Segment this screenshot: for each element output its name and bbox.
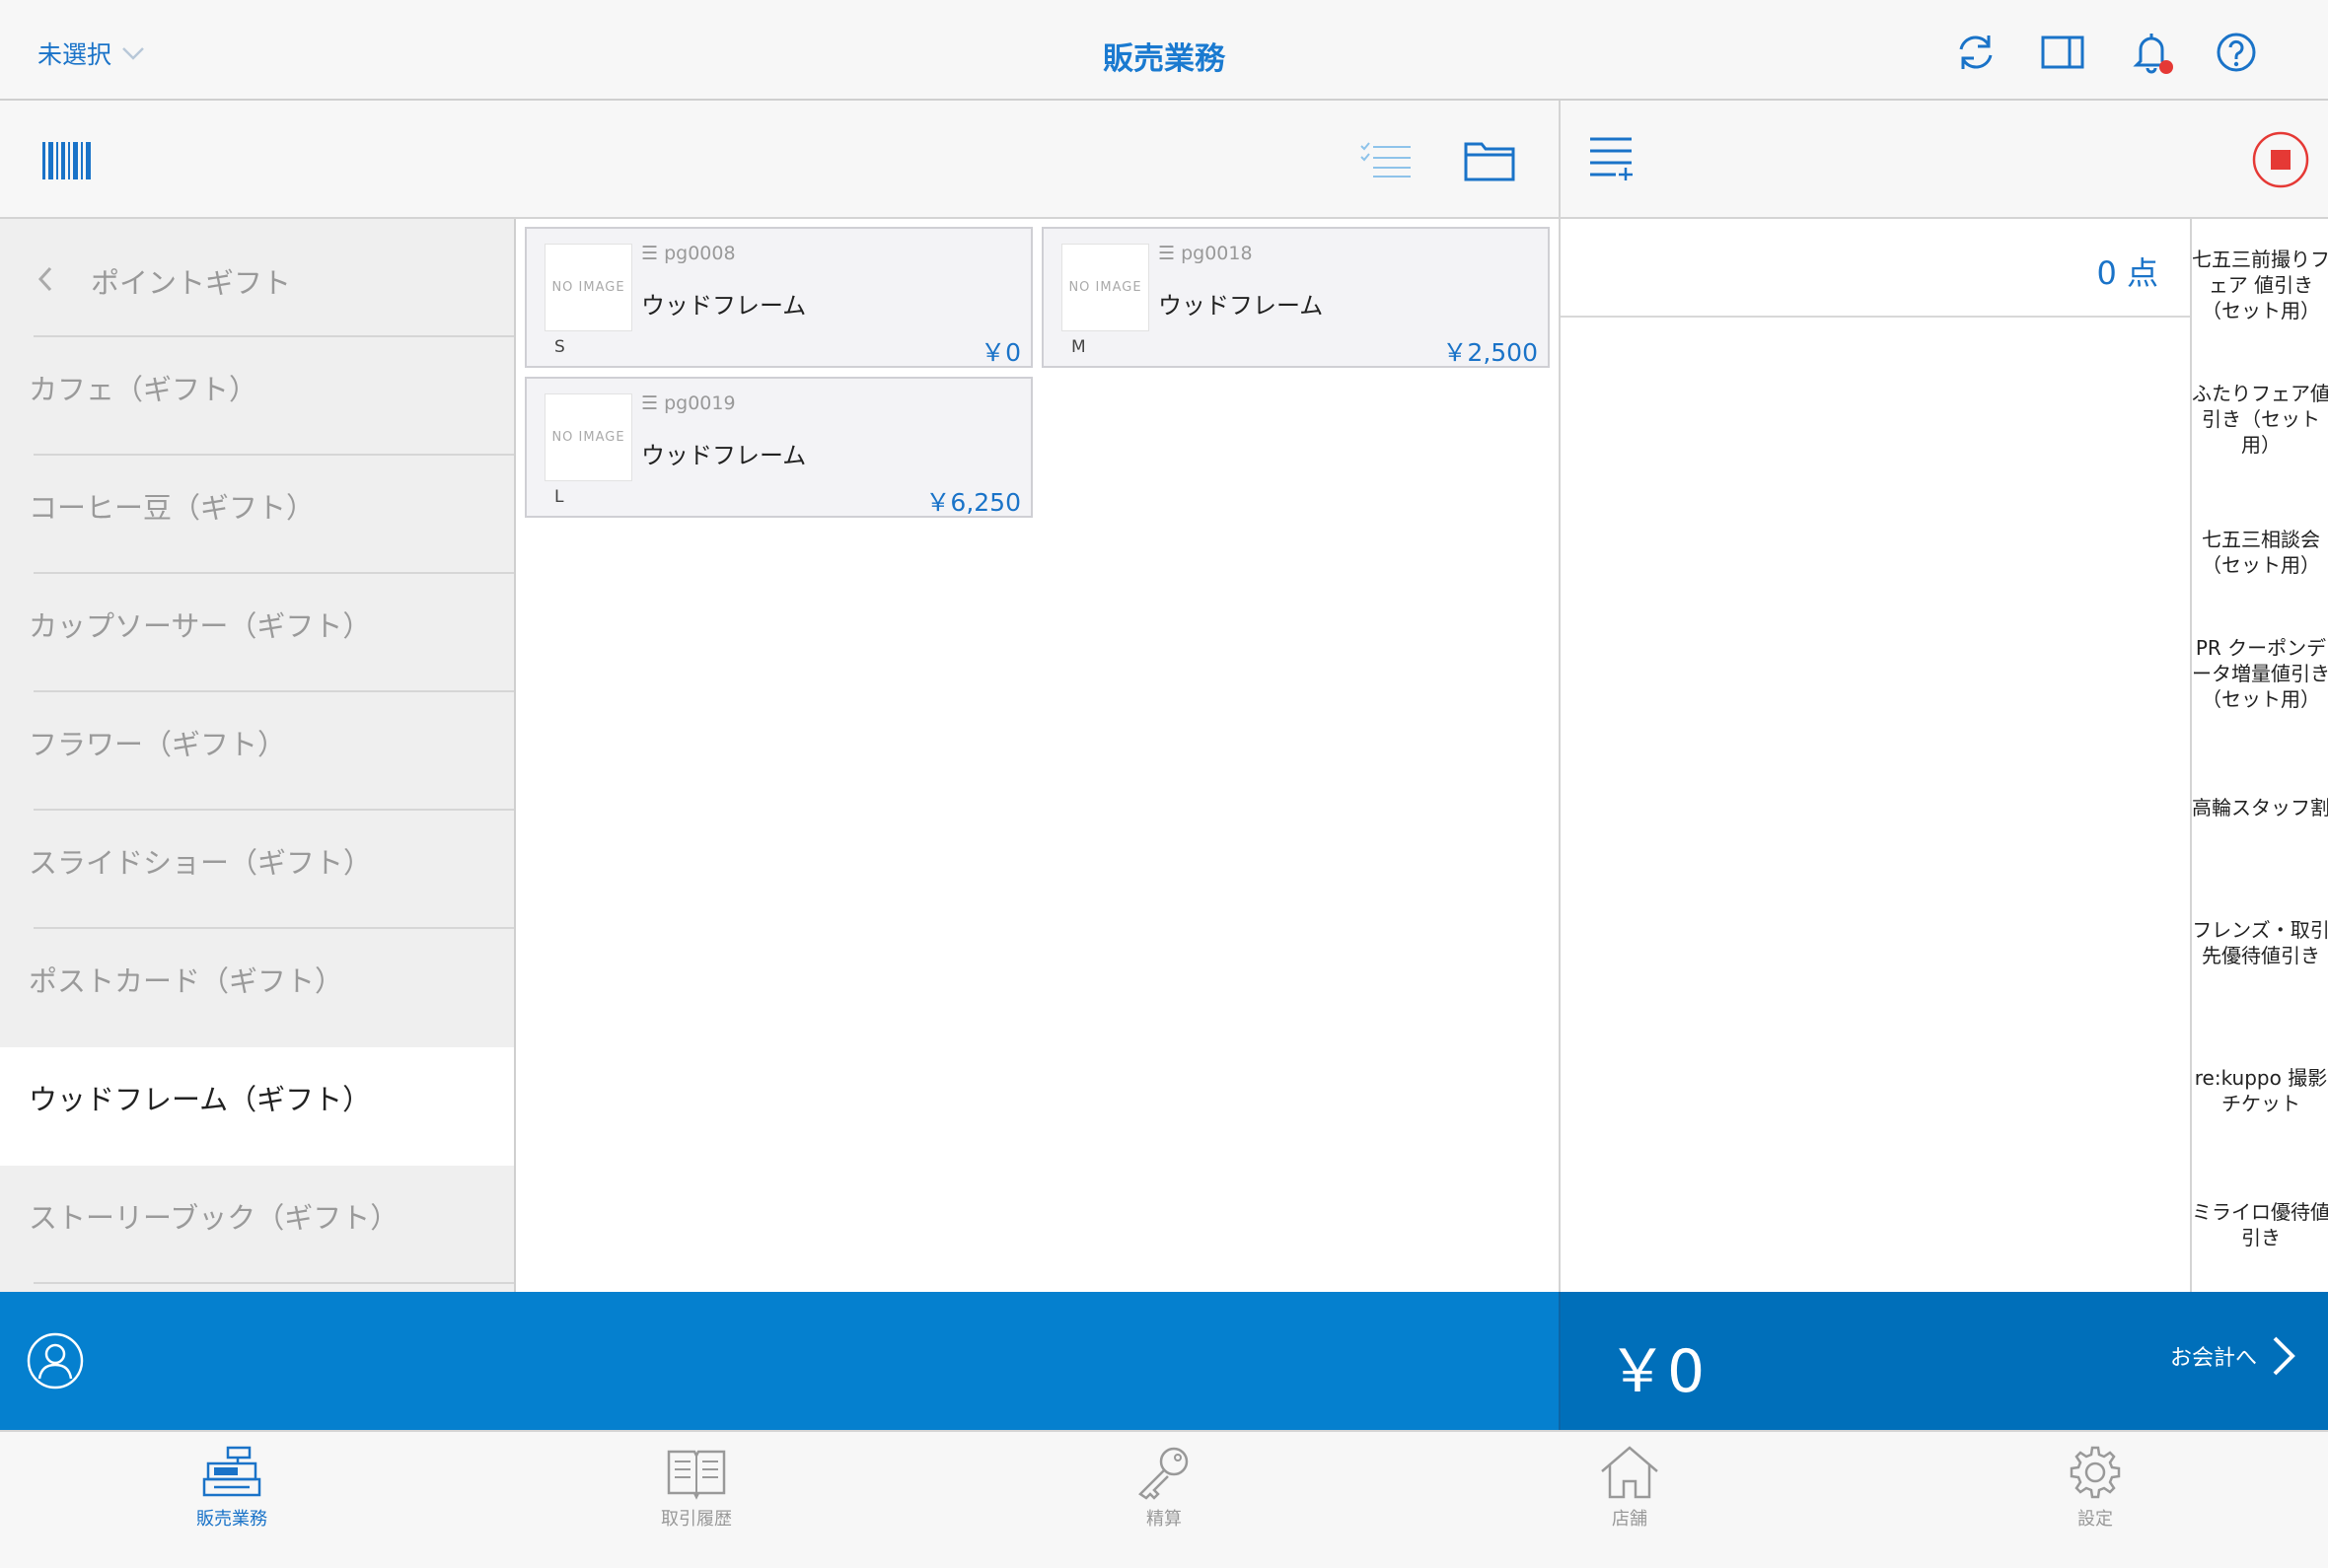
- cart-count-row: 0 点: [1561, 219, 2192, 318]
- category-item[interactable]: ストーリーブック（ギフト）: [0, 1166, 514, 1284]
- total-bar: ￥0 お会計へ: [1559, 1292, 2328, 1430]
- discount-item[interactable]: re:kuppo 撮影チケット: [2192, 1065, 2328, 1116]
- product-image-placeholder: NO IMAGE: [545, 393, 632, 481]
- tab-label: 精算: [1146, 1509, 1182, 1530]
- product-size: S: [554, 337, 565, 357]
- key-icon: [1138, 1447, 1189, 1500]
- home-icon: [1601, 1446, 1658, 1499]
- cart-panel: 0 点: [1559, 219, 2192, 1292]
- help-icon[interactable]: [2214, 30, 2259, 75]
- product-price: ￥2,500: [1442, 338, 1538, 367]
- discount-item[interactable]: フレンズ・取引先優待値引き: [2192, 917, 2328, 968]
- stop-record-icon[interactable]: [2251, 130, 2310, 189]
- product-name: ウッドフレーム: [641, 442, 807, 469]
- sync-icon[interactable]: [1953, 30, 1999, 75]
- discount-item[interactable]: ミライロ優待値引き: [2192, 1199, 2328, 1250]
- tab-label: 店舗: [1612, 1509, 1647, 1530]
- discount-item[interactable]: 七五三相談会（セット用）: [2192, 527, 2328, 578]
- top-bar: 未選択 販売業務: [0, 0, 2328, 101]
- discount-list: 七五三前撮りフェア 値引き（セット用） ふたりフェア値引き（セット用） 七五三相…: [2190, 219, 2328, 1292]
- discount-item[interactable]: 七五三前撮りフェア 値引き（セット用）: [2192, 247, 2328, 323]
- cart-item-count: 0 点: [2096, 254, 2158, 292]
- product-card[interactable]: NO IMAGE ☰ pg0018 ウッドフレーム M ￥2,500: [1042, 227, 1550, 368]
- chevron-right-icon: [2273, 1336, 2295, 1376]
- product-code: pg0008: [664, 243, 736, 264]
- tab-label: 設定: [2077, 1509, 2113, 1530]
- product-toolbar: [0, 101, 1559, 219]
- tab-store[interactable]: 店舗: [1531, 1444, 1728, 1531]
- tab-label: 販売業務: [196, 1509, 267, 1530]
- tab-label: 取引履歴: [661, 1509, 732, 1530]
- category-item[interactable]: ポストカード（ギフト）: [0, 929, 514, 1047]
- category-list: ポイントギフト カフェ（ギフト） コーヒー豆（ギフト） カップソーサー（ギフト）…: [0, 219, 516, 1292]
- product-code: pg0018: [1181, 243, 1253, 264]
- list-icon: ☰: [641, 243, 659, 264]
- tab-settings[interactable]: 設定: [1997, 1444, 2194, 1531]
- product-price: ￥0: [981, 338, 1021, 367]
- checklist-icon[interactable]: [1359, 140, 1413, 179]
- notification-badge: [2159, 60, 2173, 74]
- category-item[interactable]: カフェ（ギフト）: [0, 337, 514, 456]
- product-name: ウッドフレーム: [641, 292, 807, 320]
- list-icon: ☰: [641, 392, 659, 414]
- cart-total: ￥0: [1608, 1337, 1706, 1406]
- product-image-placeholder: NO IMAGE: [545, 244, 632, 331]
- tab-history[interactable]: 取引履歴: [598, 1444, 795, 1531]
- list-icon: ☰: [1158, 243, 1176, 264]
- product-grid: NO IMAGE ☰ pg0008 ウッドフレーム S ￥0 NO IMAGE …: [518, 219, 1559, 1292]
- notification-bell-icon[interactable]: [2129, 30, 2174, 75]
- category-back-label: ポイントギフト: [91, 266, 292, 300]
- checkout-button[interactable]: お会計へ: [2170, 1335, 2296, 1377]
- book-icon: [667, 1450, 726, 1500]
- folder-icon[interactable]: [1464, 138, 1515, 181]
- category-item-selected[interactable]: ウッドフレーム（ギフト）: [0, 1047, 514, 1166]
- discount-item[interactable]: 高輪スタッフ割: [2192, 795, 2328, 820]
- product-price: ￥6,250: [925, 488, 1021, 517]
- cart-toolbar: [1559, 101, 2328, 219]
- product-code: pg0019: [664, 392, 736, 414]
- category-item[interactable]: スライドショー（ギフト）: [0, 811, 514, 929]
- customer-avatar-icon[interactable]: [26, 1331, 85, 1390]
- discount-item[interactable]: PR クーポンデータ増量値引き（セット用）: [2192, 635, 2328, 712]
- product-name: ウッドフレーム: [1158, 292, 1324, 320]
- customer-bar: [0, 1292, 1559, 1430]
- add-to-list-icon[interactable]: [1588, 134, 1636, 181]
- category-item[interactable]: フラワー（ギフト）: [0, 692, 514, 811]
- category-item[interactable]: カップソーサー（ギフト）: [0, 574, 514, 692]
- product-size: M: [1071, 337, 1086, 357]
- gear-icon: [2070, 1446, 2121, 1499]
- register-icon: [202, 1446, 261, 1497]
- tab-bar: 販売業務 取引履歴 精算 店舗 設定: [0, 1430, 2328, 1568]
- tab-settlement[interactable]: 精算: [1065, 1444, 1263, 1531]
- category-back-button[interactable]: ポイントギフト: [0, 219, 514, 337]
- barcode-icon[interactable]: [41, 140, 93, 181]
- chevron-left-icon: [37, 266, 52, 292]
- product-card[interactable]: NO IMAGE ☰ pg0008 ウッドフレーム S ￥0: [525, 227, 1033, 368]
- category-item[interactable]: コーヒー豆（ギフト）: [0, 456, 514, 574]
- tab-sales[interactable]: 販売業務: [133, 1444, 330, 1531]
- product-size: L: [554, 487, 564, 507]
- product-image-placeholder: NO IMAGE: [1061, 244, 1149, 331]
- checkout-label: お会計へ: [2169, 1346, 2257, 1371]
- discount-item[interactable]: ふたりフェア値引き（セット用）: [2192, 381, 2328, 458]
- split-view-icon[interactable]: [2040, 30, 2085, 75]
- product-card[interactable]: NO IMAGE ☰ pg0019 ウッドフレーム L ￥6,250: [525, 377, 1033, 518]
